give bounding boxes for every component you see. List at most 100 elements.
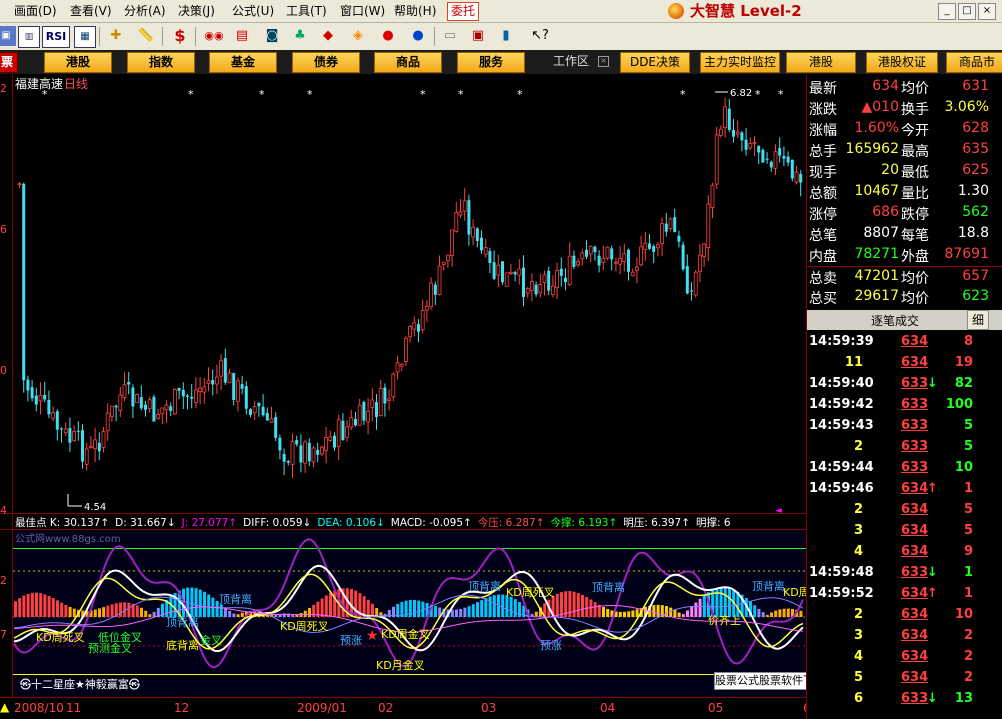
tick-price: 634 (901, 502, 929, 517)
tab-commodity-market[interactable]: 商品市 (946, 52, 1002, 73)
signal-label: KD月金叉 (376, 659, 425, 672)
date-label: 12 (174, 701, 190, 715)
menu-tools[interactable]: 工具(T) (286, 0, 327, 22)
tick-price: 634 (901, 334, 929, 349)
tick-seq: 4 (853, 649, 863, 664)
tick-volume: 100 (945, 397, 973, 412)
quote-value: 47201 (854, 268, 899, 284)
tab-stub[interactable]: 票 (0, 52, 18, 73)
toolbar-separator (434, 27, 435, 46)
diamond-red-icon[interactable]: ◆ (318, 26, 338, 46)
help-pointer-icon[interactable]: ↖? (530, 26, 550, 46)
menu-decision[interactable]: 决策(J) (178, 0, 215, 22)
monitor-icon[interactable]: ▣ (0, 26, 16, 46)
diamond-orange-icon[interactable]: ◈ (348, 26, 368, 46)
quote-row: 总卖 47201 均价 657 (807, 266, 1002, 288)
quote-value: 635 (962, 141, 989, 157)
ruler-icon[interactable]: 📏 (136, 26, 156, 46)
tick-arrow: ↓ (927, 565, 938, 580)
tab-hk-stocks-2[interactable]: 港股 (786, 52, 856, 73)
tick-price: 634 (901, 670, 929, 685)
date-label: 2008/10 (14, 701, 64, 715)
indicator-value: DEA: 0.106↓ (317, 517, 385, 529)
tab-hk-warrants[interactable]: 港股权证 (866, 52, 938, 73)
menu-window[interactable]: 窗口(W) (340, 0, 385, 22)
tab-index[interactable]: 指数 (127, 52, 195, 73)
tick-row: 11 634 19 (807, 353, 1002, 374)
period-label[interactable]: 日线 (64, 75, 88, 92)
tab-bond[interactable]: 债券 (292, 52, 360, 73)
close-button[interactable]: × (978, 3, 996, 20)
quote-value: 20 (881, 162, 899, 178)
menu-weituo-button[interactable]: 委托 (447, 2, 479, 21)
tab-commodity[interactable]: 商品 (374, 52, 442, 73)
tick-seq: 2 (853, 439, 863, 454)
books-icon[interactable]: ▮ (496, 26, 516, 46)
ball-red-icon[interactable]: ● (378, 26, 398, 46)
menu-view[interactable]: 查看(V) (70, 0, 112, 22)
binoculars-icon[interactable]: ◙ (262, 26, 282, 46)
menu-help[interactable]: 帮助(H) (394, 0, 436, 22)
tick-volume: 2 (963, 670, 973, 685)
grid-icon[interactable]: ▦ (74, 26, 96, 48)
tick-price: 633 (901, 439, 929, 454)
tick-volume: 82 (954, 376, 973, 391)
date-label: 2009/01 (297, 701, 347, 715)
kline-chart[interactable]: * * * * * * * * * * ★◄ (0, 74, 806, 698)
tab-main-force-monitor[interactable]: 主力实时监控 (700, 52, 780, 73)
chart-area[interactable]: * * * * * * * * * * ★ ◄ 福建高速 日线 2 6 0 4 6.82 4.54 … (0, 74, 1000, 698)
workarea-close-icon[interactable]: × (598, 56, 609, 67)
quote-value: 634 (872, 78, 899, 94)
tick-arrow: ↑ (927, 481, 938, 496)
detail-button[interactable]: 细 (967, 310, 989, 330)
tick-row: 14:59:39 634 8 (807, 332, 1002, 353)
quote-value: 10467 (854, 183, 899, 199)
tick-row: 14:59:43 633 5 (807, 416, 1002, 437)
tick-volume: 13 (954, 691, 973, 706)
kline-icon[interactable]: ▥ (18, 26, 40, 48)
stripes-icon[interactable]: ▤ (232, 26, 252, 46)
tab-hk-stocks[interactable]: 港股 (44, 52, 112, 73)
ball-blue-icon[interactable]: ● (408, 26, 428, 46)
tick-price: 634 (901, 607, 929, 622)
tick-time: 14:59:39 (809, 334, 874, 349)
quote-label: 总额 (809, 186, 837, 202)
tick-row: 6 633 ↓ 13 (807, 689, 1002, 710)
bell-icon[interactable]: ♣ (290, 26, 310, 46)
menu-screen[interactable]: 画面(D) (14, 0, 57, 22)
quote-row: 总买 29617 均价 623 (807, 287, 1002, 308)
tick-time: 14:59:40 (809, 376, 874, 391)
svg-text:*: * (188, 88, 194, 101)
minimize-button[interactable]: _ (938, 3, 956, 20)
indicator-value: 明撑: 6 (696, 517, 731, 529)
window-icon[interactable]: ▣ (468, 26, 488, 46)
crosshair-icon[interactable]: ✚ (106, 26, 126, 46)
tab-service[interactable]: 服务 (457, 52, 525, 73)
tick-row: 14:59:48 633 ↓ 1 (807, 563, 1002, 584)
print-icon[interactable]: ▭ (440, 26, 460, 46)
svg-text:*: * (420, 88, 426, 101)
tick-volume: 10 (954, 460, 973, 475)
tab-fund[interactable]: 基金 (209, 52, 277, 73)
signal-label: KD周死叉 (506, 586, 555, 599)
restore-button[interactable]: □ (958, 3, 976, 20)
quote-label: 总买 (809, 291, 837, 307)
svg-text:*: * (680, 88, 686, 101)
dollar-icon[interactable]: $ (170, 26, 190, 46)
glasses-icon[interactable]: ◉◉ (202, 26, 226, 46)
scroll-left-icon[interactable]: ▲ (0, 700, 9, 714)
rsi-icon[interactable]: RSI (42, 26, 70, 48)
quote-value: 623 (962, 288, 989, 304)
indicator-value: D: 31.667↓ (115, 517, 176, 529)
tick-time: 14:59:52 (809, 586, 874, 601)
tick-time: 14:59:46 (809, 481, 874, 496)
quote-value: 1.60% (854, 120, 899, 136)
tab-dde-decision[interactable]: DDE决策 (620, 52, 690, 73)
menu-formula[interactable]: 公式(U) (232, 0, 274, 22)
quote-label: 总卖 (809, 271, 837, 287)
quote-row: 总笔 8807 每笔 18.8 (807, 224, 1002, 245)
quote-value: 562 (962, 204, 989, 220)
menu-analysis[interactable]: 分析(A) (124, 0, 166, 22)
tick-price: 634 (901, 481, 929, 496)
quote-row: 涨幅 1.60% 今开 628 (807, 119, 1002, 140)
